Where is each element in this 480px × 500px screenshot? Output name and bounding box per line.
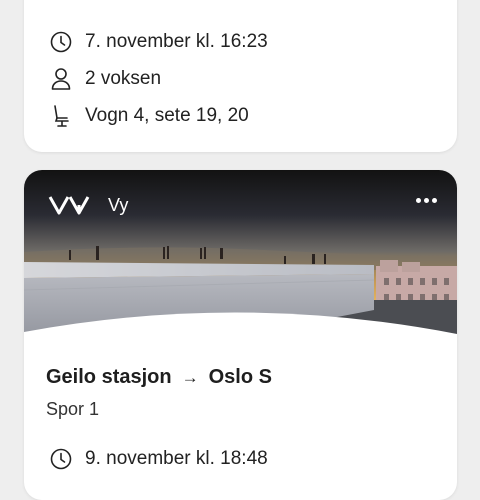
clock-icon xyxy=(49,447,73,471)
seats-row: Vogn 4, sete 19, 20 xyxy=(24,104,249,128)
arrow-right-icon: → xyxy=(181,367,199,387)
passengers-row: 2 voksen xyxy=(24,67,161,91)
departure-time-row: 9. november kl. 18:48 xyxy=(24,447,268,471)
departure-time-row: 7. november kl. 16:23 xyxy=(24,30,268,54)
departure-time: 7. november kl. 16:23 xyxy=(85,31,268,52)
track-label: Spor 1 xyxy=(46,399,100,419)
route-from: Geilo stasjon xyxy=(46,366,172,388)
ticket-card-2[interactable]: Vy Geilo stasjon → Oslo S Spor 1 9. nove… xyxy=(24,170,457,500)
vy-logo xyxy=(48,196,90,215)
passenger-count: 2 voksen xyxy=(85,68,162,89)
operator-name: Vy xyxy=(108,194,129,215)
clock-icon xyxy=(49,30,73,54)
person-icon xyxy=(49,67,73,91)
route-to: Oslo S xyxy=(208,366,272,388)
ticket-card-1[interactable]: 7. november kl. 16:23 2 voksen Vogn 4, s… xyxy=(24,0,457,152)
seat-assignment: Vogn 4, sete 19, 20 xyxy=(85,105,249,126)
seat-icon xyxy=(49,104,73,128)
route-title: Geilo stasjon → Oslo S xyxy=(46,366,272,389)
more-icon[interactable] xyxy=(416,198,437,203)
departure-time: 9. november kl. 18:48 xyxy=(85,448,268,469)
destination-image: Vy xyxy=(24,170,457,350)
operator-brand: Vy xyxy=(48,194,128,216)
